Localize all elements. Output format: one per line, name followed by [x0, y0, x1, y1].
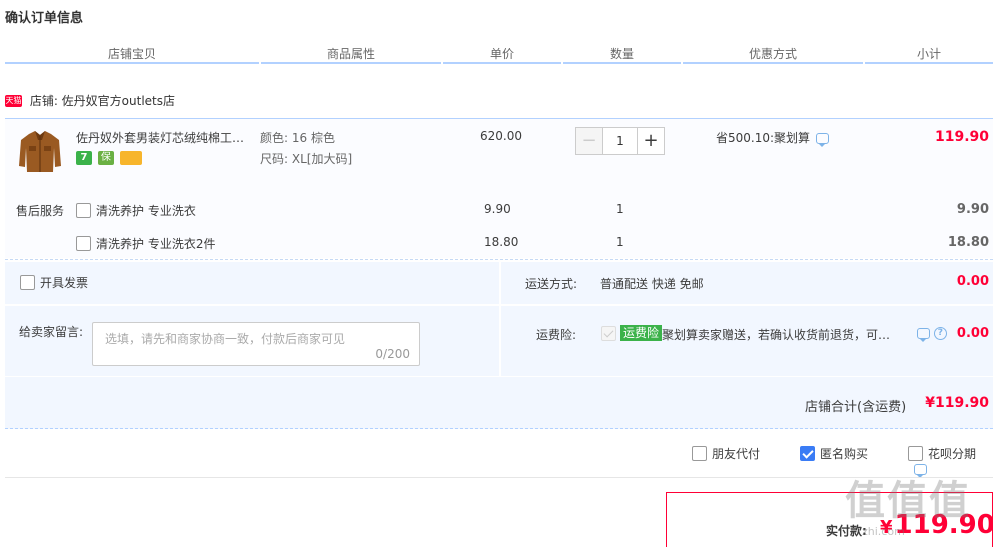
insurance-label: 运费险:	[536, 328, 577, 342]
product-size: 尺码: XL[加大码]	[260, 152, 353, 166]
shipping-label: 运送方式:	[525, 277, 578, 291]
friend-pay-option[interactable]: 朋友代付	[692, 445, 760, 462]
insurance-checkbox-wrap	[601, 326, 616, 341]
watermark-logo: 值值值	[845, 478, 971, 524]
col-header-item: 店铺宝贝	[5, 44, 259, 64]
product-subtotal: 119.90	[934, 129, 989, 145]
quantity-decrease-button[interactable]: −	[575, 127, 603, 155]
insurance-tag: 运费险	[620, 325, 663, 341]
product-color: 颜色: 16 棕色	[260, 131, 335, 145]
col-header-attr: 商品属性	[261, 44, 441, 64]
shop-line: 天猫 店铺: 佐丹奴官方outlets店	[5, 92, 175, 109]
anonymous-option[interactable]: 匿名购买	[800, 445, 868, 462]
page-title: 确认订单信息	[5, 11, 84, 26]
anonymous-checkbox[interactable]	[800, 446, 815, 461]
shop-total-label: 店铺合计(含运费)	[805, 400, 907, 415]
seller-message-placeholder: 选填，请先和商家协商一致，付款后商家可见	[105, 332, 346, 346]
credit-card-icon[interactable]	[119, 150, 142, 165]
shop-name[interactable]: 店铺: 佐丹奴官方outlets店	[30, 94, 175, 108]
shop-total-value: ¥119.90	[925, 395, 989, 411]
product-badges: 7 保	[76, 150, 144, 165]
service-qty: 1	[616, 235, 624, 249]
insurance-icons: ?	[917, 326, 947, 342]
product-title[interactable]: 佐丹奴外套男装灯芯绒纯棉工装夹克	[76, 129, 254, 146]
invoice-option[interactable]: 开具发票	[20, 274, 88, 291]
shipping-cost: 0.00	[956, 274, 989, 289]
invoice-checkbox[interactable]	[20, 275, 35, 290]
service-subtotal: 9.90	[956, 202, 989, 217]
service-price: 18.80	[484, 235, 519, 249]
watermark-url: zhi.com	[862, 525, 905, 538]
seller-message-input[interactable]: 选填，请先和商家协商一致，付款后商家可见 0/200	[92, 322, 420, 366]
seller-message-label: 给卖家留言:	[19, 325, 84, 339]
friend-pay-label: 朋友代付	[712, 447, 761, 461]
service-row: 清洗养护 专业洗衣	[76, 202, 196, 219]
shipping-method[interactable]: 普通配送 快递 免邮	[600, 275, 704, 292]
service-checkbox[interactable]	[76, 236, 91, 251]
quantity-increase-button[interactable]: +	[637, 127, 665, 155]
col-header-qty: 数量	[563, 44, 681, 64]
discount-text: 省500.10:聚划算	[716, 131, 811, 145]
invoice-label: 开具发票	[40, 276, 89, 290]
service-row: 清洗养护 专业洗衣2件	[76, 235, 215, 252]
col-header-price: 单价	[443, 44, 561, 64]
service-checkbox[interactable]	[76, 203, 91, 218]
after-sale-service-label: 售后服务	[16, 204, 65, 218]
guarantee-icon[interactable]: 保	[97, 150, 114, 165]
anonymous-label: 匿名购买	[820, 447, 869, 461]
friend-pay-checkbox[interactable]	[692, 446, 707, 461]
column-headers: 店铺宝贝 商品属性 单价 数量 优惠方式 小计	[5, 44, 993, 66]
seven-day-return-icon[interactable]: 7	[76, 150, 92, 165]
tmall-icon: 天猫	[5, 94, 22, 107]
col-header-subtotal: 小计	[865, 44, 993, 64]
service-qty: 1	[616, 202, 624, 216]
char-count: 0/200	[375, 347, 410, 361]
insurance-cost: 0.00	[956, 326, 989, 341]
service-price: 9.90	[484, 202, 511, 216]
huabei-label: 花呗分期	[928, 447, 977, 461]
discount-info: 省500.10:聚划算	[716, 129, 830, 147]
service-name: 清洗养护 专业洗衣2件	[96, 237, 216, 251]
product-image[interactable]	[15, 126, 65, 176]
quantity-stepper: −1 +	[575, 127, 665, 155]
quantity-input[interactable]: 1	[603, 127, 637, 155]
service-subtotal: 18.80	[947, 235, 989, 250]
divider	[5, 259, 993, 260]
col-header-discount: 优惠方式	[683, 44, 863, 64]
insurance-desc: 聚划算卖家赠送，若确认收货前退货，可获保险赔付	[662, 328, 902, 342]
service-name: 清洗养护 专业洗衣	[96, 204, 196, 218]
insurance-checkbox	[601, 326, 616, 341]
chat-icon[interactable]	[917, 328, 930, 342]
product-price: 620.00	[480, 129, 522, 143]
huabei-checkbox[interactable]	[908, 446, 923, 461]
chat-icon[interactable]	[816, 133, 830, 147]
help-icon[interactable]: ?	[933, 327, 947, 340]
